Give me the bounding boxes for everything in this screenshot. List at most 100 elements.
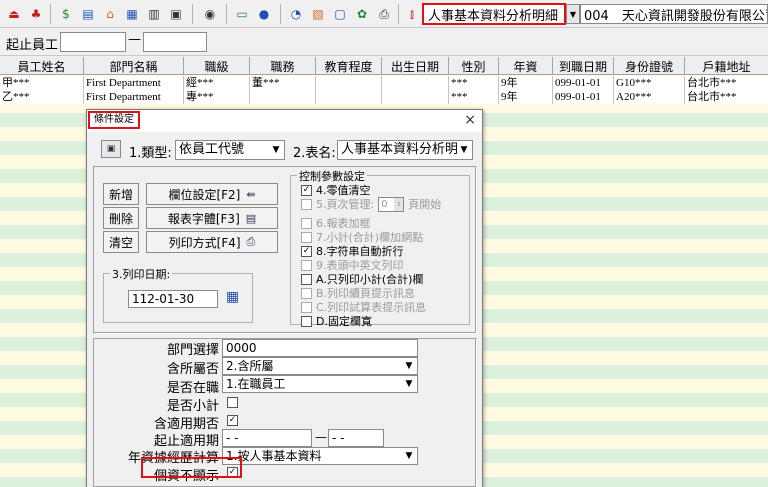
page-spinner[interactable]: 0 ⇕ [378,197,405,212]
pie-icon[interactable]: ◔ [286,4,306,24]
employee-to-input[interactable] [143,32,207,52]
table-cell: First Department [84,76,184,90]
calculator-icon[interactable]: ▣ [166,4,186,24]
table-cell: *** [449,76,499,90]
fixed-column-width-option[interactable]: D.固定欄寬 [301,315,372,328]
column-header[interactable]: 到職日期 [553,57,614,75]
type-select-value: 依員工代號 [179,142,245,157]
calendar-icon[interactable]: ▦ [226,289,239,305]
page-management-option[interactable]: 5.頁次管理: 0 ⇕ 頁開始 [301,197,441,212]
query-icon[interactable]: ▤ [78,4,98,24]
checkbox[interactable] [301,199,312,210]
home-icon[interactable]: ⌂ [100,4,120,24]
company-field[interactable]: 004 天心資訊開發股份有限公司 [580,4,768,24]
dept-input[interactable]: 0000 [222,339,418,357]
checkbox[interactable] [301,232,312,243]
checkbox[interactable] [301,260,312,271]
chevron-down-icon[interactable]: ▼ [269,142,283,158]
subtotal-shading-option[interactable]: 7.小計(合計)欄加網點 [301,231,423,244]
continuation-notice-option[interactable]: B.列印續頁提示訊息 [301,287,415,300]
table-row[interactable]: 甲*** First Department 經*** 董*** *** 9年 0… [0,76,768,90]
auto-wrap-option[interactable]: ✓ 8.字符串自動折行 [301,245,404,258]
column-header[interactable]: 員工姓名 [0,57,84,75]
settings-icon[interactable]: ✿ [352,4,372,24]
seniority-select[interactable]: 1.按人事基本資料 ▼ [222,447,418,465]
checkbox[interactable] [301,302,312,313]
chevron-down-icon[interactable]: ▼ [402,449,416,463]
employee-from-input[interactable] [60,32,126,52]
chevron-down-icon[interactable]: ▼ [402,359,416,373]
print-method-button[interactable]: 列印方式[F4] ⎙ [146,231,278,253]
probation-checkbox[interactable]: ✓ [227,415,238,426]
table-cell: A20*** [614,90,685,104]
employee-range-separator: — [128,32,141,47]
option-label: A.只列印小計(合計)欄 [316,273,424,286]
people-icon[interactable]: ♣ [26,4,46,24]
type-icon[interactable]: ▣ [101,140,121,158]
include-sub-select[interactable]: 2.含所屬 ▼ [222,357,418,375]
employed-select[interactable]: 1.在職員工 ▼ [222,375,418,393]
column-header[interactable]: 出生日期 [382,57,449,75]
column-header[interactable]: 部門名稱 [84,57,184,75]
column-header[interactable]: 戶籍地址 [685,57,768,75]
table-row[interactable]: 乙*** First Department 專*** *** 9年 099-01… [0,90,768,104]
clear-button[interactable]: 清空 [103,231,139,253]
table-name-select[interactable]: 人事基本資料分析明細 ▼ [337,140,473,160]
type-select[interactable]: 依員工代號 ▼ [175,140,285,160]
add-button[interactable]: 新增 [103,183,139,205]
chart-icon[interactable]: ⫾ [402,4,422,24]
checkbox[interactable] [301,288,312,299]
globe-icon[interactable]: ● [254,4,274,24]
money-icon[interactable]: $ [56,4,76,24]
bilingual-header-option[interactable]: 9.表頭中英文列印 [301,259,404,272]
checkbox[interactable] [301,218,312,229]
print-icon[interactable]: ⎙ [374,4,394,24]
checkbox[interactable] [301,316,312,327]
range-to-input[interactable]: - - [328,429,384,447]
table-icon[interactable]: ▥ [144,4,164,24]
report-border-option[interactable]: 6.報表加框 [301,217,371,230]
table-name-label: 2.表名: [293,146,336,161]
column-header[interactable]: 教育程度 [316,57,382,75]
toolbar-separator [226,4,227,24]
column-header[interactable]: 年資 [499,57,553,75]
refresh-icon[interactable]: ▢ [330,4,350,24]
print-date-input[interactable]: 112-01-30 [128,290,218,308]
grid-header: 員工姓名 部門名稱 職級 職務 教育程度 出生日期 性別 年資 到職日期 身份證… [0,57,768,75]
preview-icon[interactable]: ◉ [200,4,220,24]
chevron-down-icon[interactable]: ▼ [566,4,580,24]
exit-icon[interactable]: ⏏ [4,4,24,24]
table-cell: 甲*** [0,76,84,90]
column-header[interactable]: 身份證號 [614,57,685,75]
column-header[interactable]: 職務 [250,57,316,75]
subtotal-checkbox[interactable] [227,397,238,408]
export-icon[interactable]: ▭ [232,4,252,24]
spinner-arrows-icon[interactable]: ⇕ [394,198,404,211]
chevron-down-icon[interactable]: ▼ [402,377,416,391]
table-cell: 099-01-01 [553,76,614,90]
report-font-button[interactable]: 報表字體[F3] ▤ [146,207,278,229]
table-cell: 董*** [250,76,316,90]
report-select[interactable]: 人事基本資料分析明細 [422,3,566,25]
field-settings-button[interactable]: 欄位設定[F2] ⇚ [146,183,278,205]
print-date-group: 3.列印日期: 112-01-30 ▦ [103,266,253,323]
print-icon: ⎙ [246,235,256,248]
subtotal-only-option[interactable]: A.只列印小計(合計)欄 [301,273,423,286]
column-header[interactable]: 性別 [449,57,499,75]
delete-button[interactable]: 刪除 [103,207,139,229]
checkbox[interactable] [301,274,312,285]
chevron-down-icon[interactable]: ▼ [457,142,471,158]
range-from-input[interactable]: - - [222,429,312,447]
grid-icon[interactable]: ▦ [122,4,142,24]
close-icon[interactable]: × [464,112,476,128]
table-cell: *** [449,90,499,104]
table-cell [316,76,382,90]
checkbox[interactable]: ✓ [301,185,312,196]
column-header[interactable]: 職級 [184,57,250,75]
trial-sheet-notice-option[interactable]: C.列印試算表提示訊息 [301,301,426,314]
type-label: 1.類型: [129,146,172,161]
document-icon[interactable]: ▧ [308,4,328,24]
zero-clear-option[interactable]: ✓ 4.零值清空 [301,184,371,197]
table-cell: 經*** [184,76,250,90]
checkbox[interactable]: ✓ [301,246,312,257]
